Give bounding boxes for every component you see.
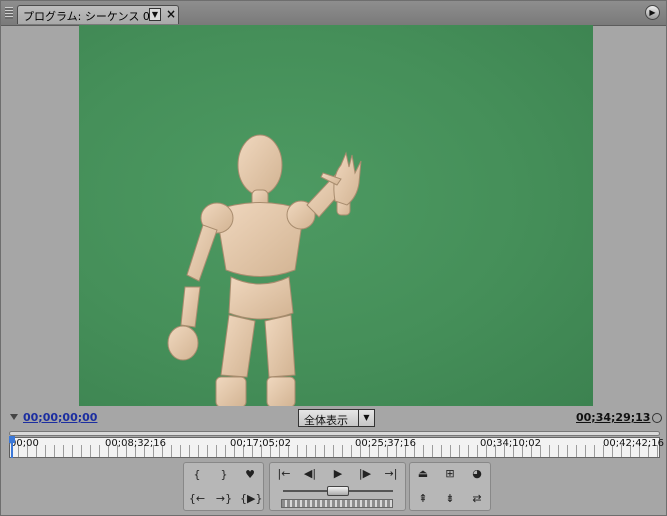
shuttle-control[interactable] xyxy=(281,499,393,508)
monitor-info-row: 00;00;00;00 全体表示 ▼ 00;34;29;13 xyxy=(1,406,666,430)
tab-dropdown-icon[interactable]: ▼ xyxy=(149,8,161,21)
playhead[interactable] xyxy=(9,436,15,458)
ruler-label: 00;34;10;02 xyxy=(480,438,542,449)
mark-out-icon[interactable]: } xyxy=(214,466,234,484)
step-back-icon[interactable]: ◀| xyxy=(300,465,320,483)
go-to-previous-edit-icon[interactable]: |← xyxy=(274,465,294,483)
jog-control[interactable] xyxy=(279,485,397,497)
set-marker-icon[interactable]: ♥ xyxy=(240,466,260,484)
trim-icon[interactable]: ⇟ xyxy=(440,490,460,508)
toggle-take-icon[interactable]: ⇄ xyxy=(467,490,487,508)
lift-icon[interactable]: ⏏ xyxy=(413,465,433,483)
jog-knob[interactable] xyxy=(327,486,349,496)
edit-controls: ⏏ ⊞ ◕ ⇞ ⇟ ⇄ xyxy=(409,462,491,511)
program-monitor-panel: プログラム: シーケンス 01 ▼ × ▶ 00;00;00;00 全体表示 ▼… xyxy=(0,0,667,516)
program-video-frame xyxy=(79,25,593,406)
go-to-next-edit-icon[interactable]: →| xyxy=(381,465,401,483)
play-icon[interactable]: ▶ xyxy=(328,465,348,483)
mark-in-icon[interactable]: { xyxy=(187,466,207,484)
panel-tab-bar: プログラム: シーケンス 01 ▼ × ▶ xyxy=(1,1,666,26)
action-figure-image xyxy=(167,134,362,406)
duration-timecode: 00;34;29;13 xyxy=(576,411,651,424)
panel-grip-icon[interactable] xyxy=(5,7,13,19)
output-icon[interactable]: ◕ xyxy=(467,465,487,483)
timecode-marker-icon xyxy=(10,414,18,420)
marker-controls: { } ♥ {← →} {▶} xyxy=(183,462,264,511)
step-forward-icon[interactable]: |▶ xyxy=(355,465,375,483)
panel-menu-icon[interactable]: ▶ xyxy=(645,5,660,20)
ruler-label: 00;08;32;16 xyxy=(105,438,167,449)
goto-out-icon[interactable]: →} xyxy=(214,490,234,508)
play-in-to-out-icon[interactable]: {▶} xyxy=(240,490,262,508)
zoom-level-label: 全体表示 xyxy=(304,414,348,427)
close-icon[interactable]: × xyxy=(166,7,176,21)
ruler-label: 00;42;42;16 xyxy=(603,438,665,449)
tab-label: プログラム: シーケンス 01 xyxy=(23,10,157,23)
duration-icon xyxy=(652,413,662,423)
ruler-label: 00;17;05;02 xyxy=(230,438,292,449)
chevron-down-icon: ▼ xyxy=(358,410,374,426)
time-ruler[interactable]: 00;00 00;08;32;16 00;17;05;02 00;25;37;1… xyxy=(9,431,664,458)
current-timecode[interactable]: 00;00;00;00 xyxy=(23,411,97,424)
extract-icon[interactable]: ⊞ xyxy=(440,465,460,483)
zoom-level-select[interactable]: 全体表示 ▼ xyxy=(298,409,375,427)
view-area-bar[interactable] xyxy=(9,431,660,436)
goto-in-icon[interactable]: {← xyxy=(187,490,207,508)
ruler-label: 00;25;37;16 xyxy=(355,438,417,449)
export-frame-icon[interactable]: ⇞ xyxy=(413,490,433,508)
tab-program-sequence[interactable]: プログラム: シーケンス 01 ▼ × xyxy=(17,5,179,24)
